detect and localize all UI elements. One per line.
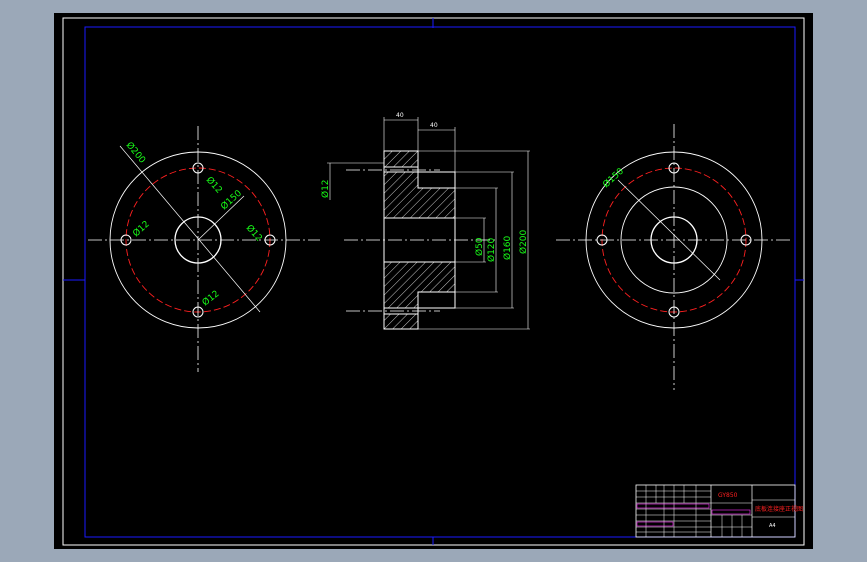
left-hole-bottom-label: Ø12 xyxy=(200,288,221,308)
mid-d50-label: Ø50 xyxy=(474,237,485,256)
tb-sheet-size: A4 xyxy=(769,523,776,529)
left-front-view[interactable]: Ø200 Ø12 Ø150 Ø12 Ø12 Ø12 xyxy=(88,126,320,372)
tb-left-grid xyxy=(636,485,711,537)
left-hole-top-label: Ø12 xyxy=(204,175,225,196)
left-hole-right-label: Ø12 xyxy=(244,223,265,244)
tb-magenta-strip-3 xyxy=(711,509,751,515)
section-hatch-upper xyxy=(383,171,456,219)
mid-d200-label: Ø200 xyxy=(518,229,529,254)
title-block[interactable]: GY850 底板连接座正视图 A4 xyxy=(635,484,803,538)
section-hatch-flange-top xyxy=(383,150,419,168)
tb-magenta-strip-2 xyxy=(636,521,674,527)
mid-d160-label: Ø160 xyxy=(502,235,513,260)
section-hatch-flange-bottom xyxy=(383,313,419,330)
section-hatch-lower xyxy=(383,261,456,309)
middle-section-view[interactable]: 40 40 Ø12 Ø50 Ø120 Ø160 Ø200 xyxy=(320,112,530,330)
mid-hole-label: Ø12 xyxy=(320,179,331,198)
right-pcd-leader xyxy=(617,179,721,281)
tb-mid-grid xyxy=(721,515,743,537)
left-pcd-label: Ø150 xyxy=(219,188,245,213)
right-pcd-label: Ø150 xyxy=(601,166,627,191)
tb-drawing-title: 底板连接座正视图 xyxy=(755,505,803,513)
right-back-view[interactable]: Ø150 xyxy=(556,124,792,390)
tb-part-code: GY850 xyxy=(718,492,738,499)
left-outer-dia-label: Ø200 xyxy=(124,140,148,166)
mid-width-1-label: 40 xyxy=(396,112,404,119)
mid-d120-label: Ø120 xyxy=(486,237,497,262)
left-hole-left-label: Ø12 xyxy=(131,219,152,240)
cad-drawing-canvas[interactable]: Ø200 Ø12 Ø150 Ø12 Ø12 Ø12 40 40 Ø12 Ø50 … xyxy=(0,0,867,562)
tb-magenta-strip-1 xyxy=(636,503,710,509)
mid-width-2-label: 40 xyxy=(430,122,438,129)
